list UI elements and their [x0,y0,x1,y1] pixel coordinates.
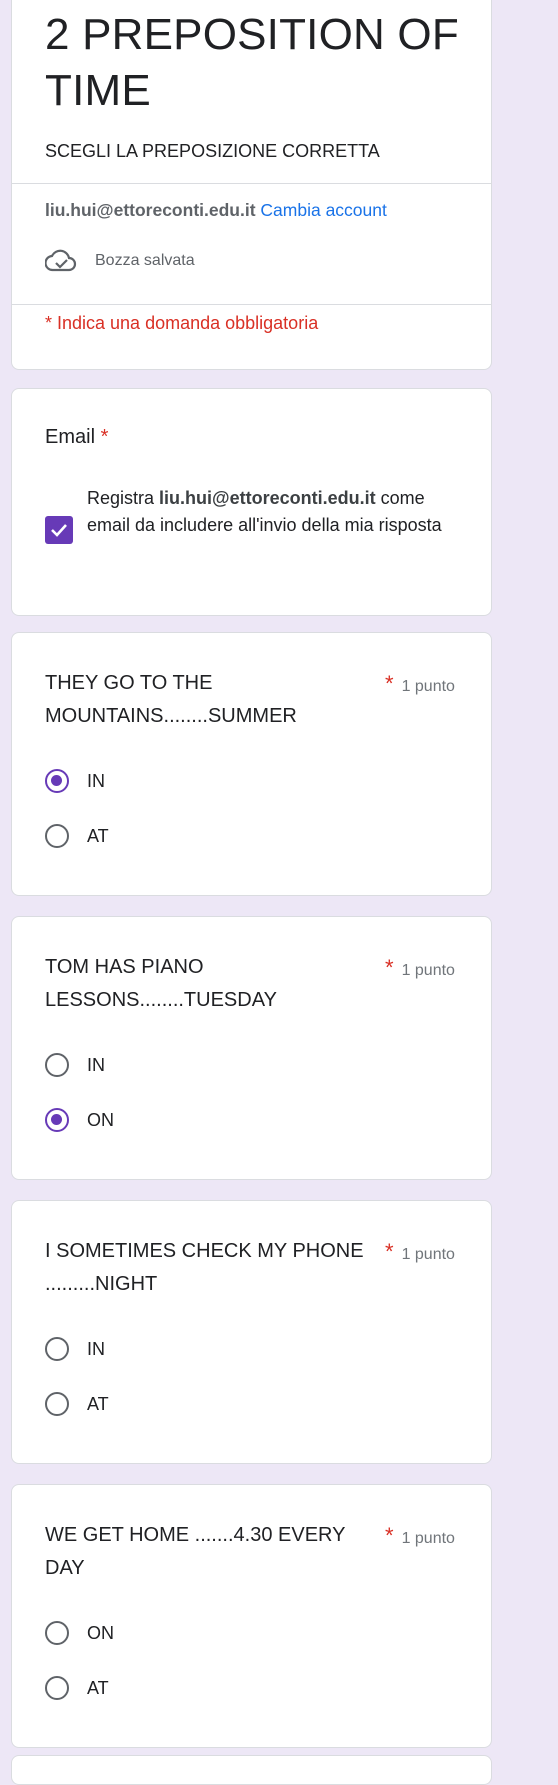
option-at[interactable]: AT [45,1676,109,1700]
question-points: * 1 punto [385,955,455,980]
required-asterisk: * [385,1239,394,1264]
required-asterisk: * [385,955,394,980]
form-header-card: 2 PREPOSITION OF TIME SCEGLI LA PREPOSIZ… [11,0,492,370]
required-note: * Indica una domanda obbligatoria [45,313,319,333]
option-at[interactable]: AT [45,824,109,848]
question-card: I SOMETIMES CHECK MY PHONE .........NIGH… [11,1200,492,1464]
question-text: I SOMETIMES CHECK MY PHONE .........NIGH… [45,1240,364,1295]
radio-button[interactable] [45,1676,69,1700]
account-email: liu.hui@ettoreconti.edu.it [45,200,256,220]
divider [12,304,491,305]
radio-button[interactable] [45,769,69,793]
draft-status-label: Bozza salvata [95,252,195,269]
question-card: TOM HAS PIANO LESSONS........TUESDAY * 1 … [11,916,492,1180]
option-on[interactable]: ON [45,1108,114,1132]
radio-button[interactable] [45,1337,69,1361]
option-in[interactable]: IN [45,1053,105,1077]
question-points: * 1 punto [385,671,455,696]
question-card: WE GET HOME .......4.30 EVERY DAY * 1 pun… [11,1484,492,1748]
radio-button[interactable] [45,1108,69,1132]
option-at[interactable]: AT [45,1392,109,1416]
question-card: THEY GO TO THE MOUNTAINS........SUMMER *… [11,632,492,896]
switch-account-link[interactable]: Cambia account [260,200,386,220]
required-asterisk: * [100,426,109,448]
divider [12,183,491,184]
checkmark-icon [51,524,67,537]
question-text: TOM HAS PIANO LESSONS........TUESDAY [45,956,277,1011]
email-question-card: Email * Registra liu.hui@ettoreconti.edu… [11,388,492,616]
record-email-checkbox-label: Registra liu.hui@ettoreconti.edu.it come… [87,488,442,535]
account-row: liu.hui@ettoreconti.edu.it Cambia accoun… [45,200,387,221]
radio-button[interactable] [45,1392,69,1416]
email-question-label: Email * [45,426,109,448]
required-asterisk: * [385,1523,394,1548]
form-description: SCEGLI LA PREPOSIZIONE CORRETTA [45,141,380,161]
option-on[interactable]: ON [45,1621,114,1645]
question-points: * 1 punto [385,1523,455,1548]
option-in[interactable]: IN [45,769,105,793]
record-email-checkbox[interactable] [45,516,73,544]
question-text: WE GET HOME .......4.30 EVERY DAY [45,1524,346,1579]
option-in[interactable]: IN [45,1337,105,1361]
next-card-edge [11,1755,492,1785]
question-points: * 1 punto [385,1239,455,1264]
radio-button[interactable] [45,824,69,848]
draft-status: Bozza salvata [45,249,195,273]
form-title: 2 PREPOSITION OF TIME [45,10,459,115]
cloud-check-icon [45,249,77,272]
radio-button[interactable] [45,1621,69,1645]
required-asterisk: * [385,671,394,696]
question-text: THEY GO TO THE MOUNTAINS........SUMMER [45,672,297,727]
radio-button[interactable] [45,1053,69,1077]
